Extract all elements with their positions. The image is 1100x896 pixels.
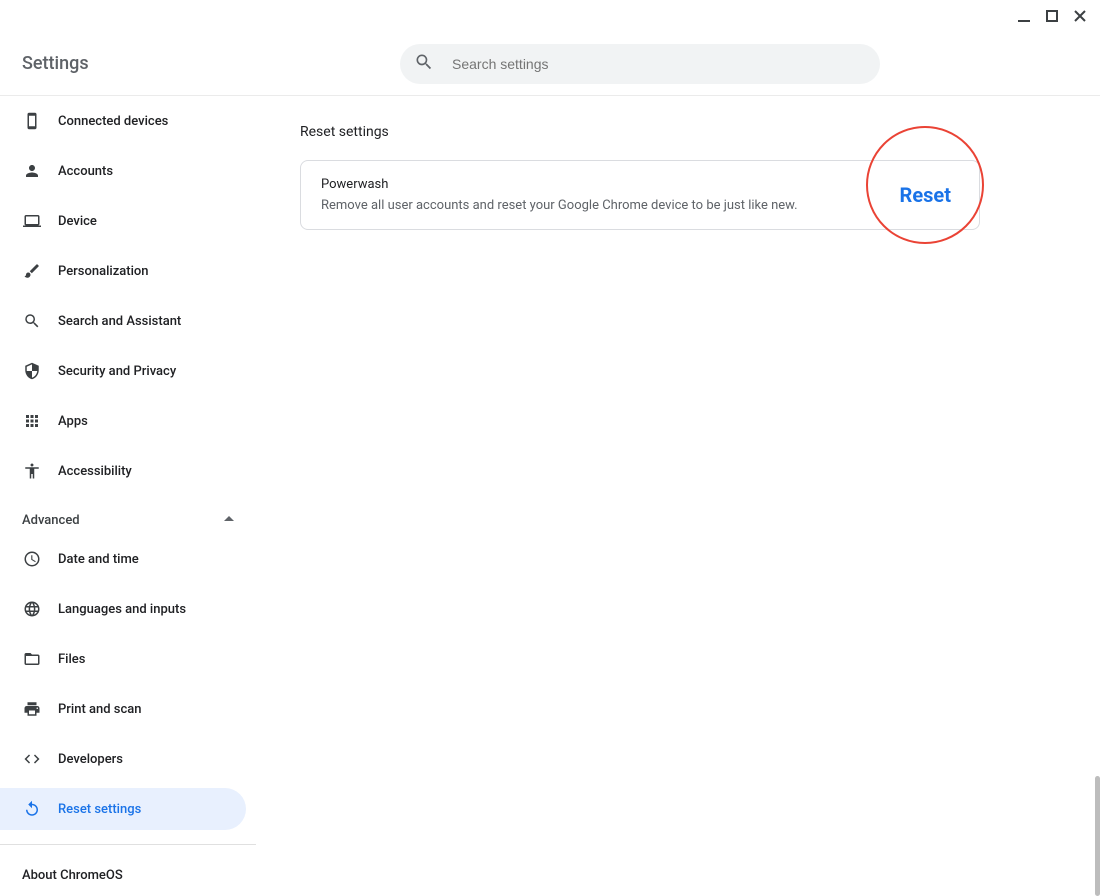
accessibility-icon <box>22 461 42 481</box>
shield-icon <box>22 361 42 381</box>
card-title: Powerwash <box>321 177 798 192</box>
sidebar: Connected devices Accounts Device Person… <box>0 96 256 896</box>
reset-button[interactable]: Reset <box>892 179 959 211</box>
print-icon <box>22 699 42 719</box>
scrollbar-vertical[interactable] <box>1095 776 1100 896</box>
sidebar-item-accessibility[interactable]: Accessibility <box>0 450 246 492</box>
window-titlebar <box>0 0 1100 32</box>
about-label: About ChromeOS <box>22 868 123 883</box>
sidebar-item-label: Security and Privacy <box>58 364 176 379</box>
reset-icon <box>22 799 42 819</box>
sidebar-item-files[interactable]: Files <box>0 638 246 680</box>
folder-icon <box>22 649 42 669</box>
sidebar-item-label: Reset settings <box>58 802 141 817</box>
app-header: Settings <box>0 32 1100 96</box>
sidebar-item-label: Apps <box>58 414 88 429</box>
code-icon <box>22 749 42 769</box>
advanced-label: Advanced <box>22 513 80 528</box>
app-title: Settings <box>22 53 89 74</box>
chevron-up-icon <box>224 513 234 528</box>
search-box[interactable] <box>400 44 880 84</box>
sidebar-item-label: Developers <box>58 752 123 767</box>
sidebar-item-label: Date and time <box>58 552 139 567</box>
section-title: Reset settings <box>300 124 980 140</box>
sidebar-item-languages[interactable]: Languages and inputs <box>0 588 246 630</box>
search-icon <box>22 311 42 331</box>
sidebar-item-label: Accessibility <box>58 464 132 479</box>
brush-icon <box>22 261 42 281</box>
sidebar-item-label: Search and Assistant <box>58 314 181 329</box>
sidebar-item-label: Languages and inputs <box>58 602 186 617</box>
sidebar-item-label: Print and scan <box>58 702 142 717</box>
minimize-button[interactable] <box>1010 2 1038 30</box>
sidebar-item-reset-settings[interactable]: Reset settings <box>0 788 246 830</box>
sidebar-item-apps[interactable]: Apps <box>0 400 246 442</box>
sidebar-item-about[interactable]: About ChromeOS <box>0 855 256 895</box>
powerwash-card: Powerwash Remove all user accounts and r… <box>300 160 980 230</box>
search-input[interactable] <box>452 56 866 72</box>
search-icon <box>414 52 434 76</box>
sidebar-item-accounts[interactable]: Accounts <box>0 150 246 192</box>
card-description: Remove all user accounts and reset your … <box>321 198 798 213</box>
person-icon <box>22 161 42 181</box>
globe-icon <box>22 599 42 619</box>
maximize-button[interactable] <box>1038 2 1066 30</box>
sidebar-item-developers[interactable]: Developers <box>0 738 246 780</box>
sidebar-item-personalization[interactable]: Personalization <box>0 250 246 292</box>
search-container <box>400 44 880 84</box>
sidebar-item-label: Files <box>58 652 85 667</box>
content-area: Reset settings Powerwash Remove all user… <box>256 96 1100 896</box>
phone-icon <box>22 111 42 131</box>
sidebar-item-security-privacy[interactable]: Security and Privacy <box>0 350 246 392</box>
advanced-toggle[interactable]: Advanced <box>0 502 256 538</box>
divider <box>0 844 256 845</box>
sidebar-item-label: Accounts <box>58 164 113 179</box>
clock-icon <box>22 549 42 569</box>
sidebar-item-label: Connected devices <box>58 114 168 129</box>
sidebar-item-connected-devices[interactable]: Connected devices <box>0 100 246 142</box>
sidebar-item-date-time[interactable]: Date and time <box>0 538 246 580</box>
close-button[interactable] <box>1066 2 1094 30</box>
sidebar-item-label: Device <box>58 214 97 229</box>
laptop-icon <box>22 211 42 231</box>
apps-icon <box>22 411 42 431</box>
sidebar-item-search-assistant[interactable]: Search and Assistant <box>0 300 246 342</box>
sidebar-item-print-scan[interactable]: Print and scan <box>0 688 246 730</box>
card-text: Powerwash Remove all user accounts and r… <box>321 177 798 213</box>
sidebar-item-device[interactable]: Device <box>0 200 246 242</box>
sidebar-item-label: Personalization <box>58 264 149 279</box>
